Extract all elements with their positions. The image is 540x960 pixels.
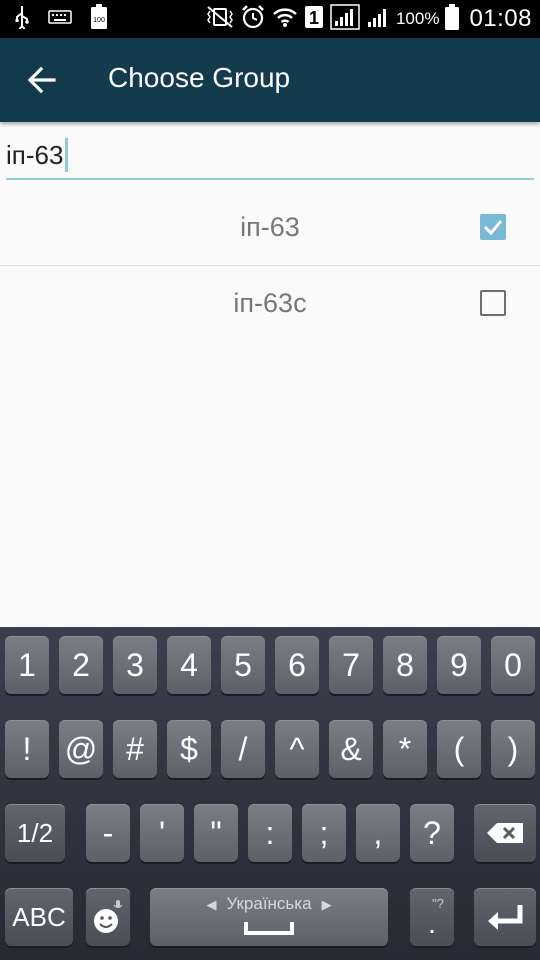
space-icon bbox=[244, 922, 294, 935]
search-input-value: іп-63 bbox=[6, 138, 69, 174]
screen: 100 1 100% 01:08 Choose Group іп-63 іп-6… bbox=[0, 0, 540, 960]
check-icon bbox=[483, 220, 503, 236]
text-cursor bbox=[65, 138, 69, 173]
key-hyphen[interactable]: - bbox=[86, 804, 130, 862]
key-comma[interactable]: , bbox=[356, 804, 400, 862]
key-at[interactable]: @ bbox=[59, 720, 103, 778]
list-item[interactable]: іп-63 bbox=[0, 190, 540, 266]
language-next-icon: ▶ bbox=[321, 897, 332, 912]
svg-text:100: 100 bbox=[93, 17, 105, 24]
key-asterisk[interactable]: * bbox=[383, 720, 427, 778]
key-page-toggle[interactable]: 1/2 bbox=[5, 804, 65, 862]
alarm-icon bbox=[240, 4, 266, 35]
battery-percent: 100% bbox=[395, 9, 440, 28]
keyboard-icon bbox=[48, 9, 72, 30]
abc-key[interactable]: ABC bbox=[5, 888, 73, 946]
status-bar-right: 1 100% 01:08 bbox=[206, 3, 532, 35]
language-label: Українська bbox=[226, 894, 312, 913]
key-1[interactable]: 1 bbox=[5, 636, 49, 694]
key-4[interactable]: 4 bbox=[167, 636, 211, 694]
key-7[interactable]: 7 bbox=[329, 636, 373, 694]
svg-text:1: 1 bbox=[309, 8, 319, 28]
back-button[interactable] bbox=[18, 58, 66, 102]
enter-key[interactable] bbox=[474, 888, 536, 946]
group-label: іп-63с bbox=[233, 288, 307, 318]
key-semicolon[interactable]: ; bbox=[302, 804, 346, 862]
key-8[interactable]: 8 bbox=[383, 636, 427, 694]
language-prev-icon: ◀ bbox=[206, 897, 217, 912]
search-input[interactable]: іп-63 bbox=[6, 138, 534, 180]
key-5[interactable]: 5 bbox=[221, 636, 265, 694]
key-open-paren[interactable]: ( bbox=[437, 720, 481, 778]
key-3[interactable]: 3 bbox=[113, 636, 157, 694]
period-key[interactable]: "? . bbox=[410, 888, 454, 946]
usb-icon bbox=[14, 5, 30, 34]
sim-slot-icon: 1 bbox=[304, 5, 324, 34]
back-arrow-icon bbox=[28, 67, 56, 93]
key-question[interactable]: ? bbox=[410, 804, 454, 862]
backspace-icon bbox=[487, 823, 523, 843]
app-bar: Choose Group bbox=[0, 38, 540, 122]
key-colon[interactable]: : bbox=[248, 804, 292, 862]
battery-icon bbox=[445, 3, 460, 35]
signal-icon-sim1 bbox=[330, 3, 360, 35]
checkbox-unchecked[interactable] bbox=[480, 290, 506, 316]
enter-icon bbox=[488, 905, 523, 930]
key-6[interactable]: 6 bbox=[275, 636, 319, 694]
checkbox-checked[interactable] bbox=[480, 214, 506, 240]
key-2[interactable]: 2 bbox=[59, 636, 103, 694]
key-ampersand[interactable]: & bbox=[329, 720, 373, 778]
battery-saver-icon: 100 bbox=[90, 3, 108, 35]
signal-icon-sim2 bbox=[366, 5, 390, 34]
clock: 01:08 bbox=[469, 5, 532, 32]
spacebar[interactable]: ◀ Українська ▶ bbox=[150, 888, 388, 946]
key-0[interactable]: 0 bbox=[491, 636, 535, 694]
key-quote[interactable]: " bbox=[194, 804, 238, 862]
key-exclamation[interactable]: ! bbox=[5, 720, 49, 778]
list-item[interactable]: іп-63с bbox=[0, 266, 540, 342]
period-label: . bbox=[428, 908, 436, 939]
key-close-paren[interactable]: ) bbox=[491, 720, 535, 778]
page-title: Choose Group bbox=[108, 62, 291, 93]
backspace-key[interactable] bbox=[474, 804, 536, 862]
keyboard: 1 2 3 4 5 6 7 8 9 0 ! @ # $ / ^ & * ( ) … bbox=[0, 627, 540, 960]
key-slash[interactable]: / bbox=[221, 720, 265, 778]
mute-vibrate-icon bbox=[206, 5, 234, 33]
key-hash[interactable]: # bbox=[113, 720, 157, 778]
emoji-voice-key[interactable] bbox=[86, 888, 130, 946]
emoji-icon bbox=[94, 900, 123, 933]
key-caret[interactable]: ^ bbox=[275, 720, 319, 778]
key-apostrophe[interactable]: ' bbox=[140, 804, 184, 862]
key-dollar[interactable]: $ bbox=[167, 720, 211, 778]
key-9[interactable]: 9 bbox=[437, 636, 481, 694]
wifi-icon bbox=[272, 5, 298, 34]
language-indicator: ◀ Українська ▶ bbox=[150, 894, 388, 914]
group-label: іп-63 bbox=[240, 212, 300, 242]
status-bar: 100 1 100% 01:08 bbox=[0, 0, 540, 38]
status-bar-left: 100 bbox=[14, 3, 108, 35]
